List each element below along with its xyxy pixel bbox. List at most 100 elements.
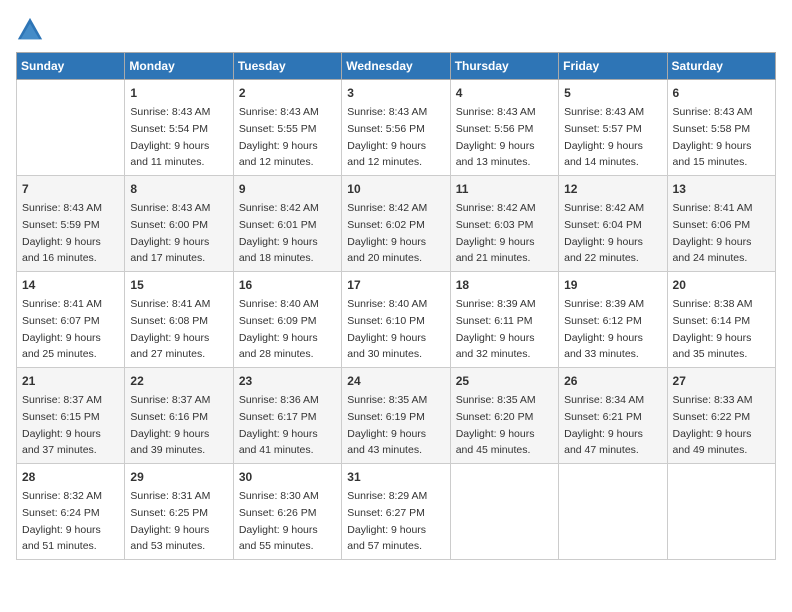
calendar-cell: 11 Sunrise: 8:42 AMSunset: 6:03 PMDayligh… bbox=[450, 176, 558, 272]
day-number: 2 bbox=[239, 84, 336, 102]
cell-info: Sunrise: 8:33 AMSunset: 6:22 PMDaylight:… bbox=[673, 394, 753, 456]
calendar-cell: 27Sunrise: 8:33 AMSunset: 6:22 PMDayligh… bbox=[667, 368, 775, 464]
calendar-cell: 29 Sunrise: 8:31 AMSunset: 6:25 PMDayligh… bbox=[125, 464, 233, 560]
calendar-cell: 8 Sunrise: 8:43 AMSunset: 6:00 PMDaylight… bbox=[125, 176, 233, 272]
cell-info: Sunrise: 8:39 AMSunset: 6:11 PMDaylight:… bbox=[456, 298, 536, 360]
calendar-cell: 2 Sunrise: 8:43 AMSunset: 5:55 PMDaylight… bbox=[233, 80, 341, 176]
day-number: 24 bbox=[347, 372, 444, 390]
calendar-cell: 6 Sunrise: 8:43 AMSunset: 5:58 PMDaylight… bbox=[667, 80, 775, 176]
day-number: 7 bbox=[22, 180, 119, 198]
day-number: 28 bbox=[22, 468, 119, 486]
calendar-cell: 31 Sunrise: 8:29 AMSunset: 6:27 PMDayligh… bbox=[342, 464, 450, 560]
col-header-friday: Friday bbox=[559, 53, 667, 80]
logo-icon bbox=[16, 16, 44, 44]
day-number: 31 bbox=[347, 468, 444, 486]
cell-info: Sunrise: 8:37 AMSunset: 6:15 PMDaylight:… bbox=[22, 394, 102, 456]
calendar-cell: 19 Sunrise: 8:39 AMSunset: 6:12 PMDayligh… bbox=[559, 272, 667, 368]
cell-info: Sunrise: 8:43 AMSunset: 6:00 PMDaylight:… bbox=[130, 202, 210, 264]
cell-info: Sunrise: 8:29 AMSunset: 6:27 PMDaylight:… bbox=[347, 490, 427, 552]
calendar-cell: 24 Sunrise: 8:35 AMSunset: 6:19 PMDayligh… bbox=[342, 368, 450, 464]
day-number: 15 bbox=[130, 276, 227, 294]
week-row-5: 28 Sunrise: 8:32 AMSunset: 6:24 PMDayligh… bbox=[17, 464, 776, 560]
week-row-2: 7Sunrise: 8:43 AMSunset: 5:59 PMDaylight… bbox=[17, 176, 776, 272]
calendar-cell: 9Sunrise: 8:42 AMSunset: 6:01 PMDaylight… bbox=[233, 176, 341, 272]
cell-info: Sunrise: 8:40 AMSunset: 6:10 PMDaylight:… bbox=[347, 298, 427, 360]
day-number: 8 bbox=[130, 180, 227, 198]
cell-info: Sunrise: 8:35 AMSunset: 6:19 PMDaylight:… bbox=[347, 394, 427, 456]
calendar-cell: 22 Sunrise: 8:37 AMSunset: 6:16 PMDayligh… bbox=[125, 368, 233, 464]
day-number: 30 bbox=[239, 468, 336, 486]
day-number: 16 bbox=[239, 276, 336, 294]
col-header-wednesday: Wednesday bbox=[342, 53, 450, 80]
calendar-cell: 18 Sunrise: 8:39 AMSunset: 6:11 PMDayligh… bbox=[450, 272, 558, 368]
calendar-cell: 4 Sunrise: 8:43 AMSunset: 5:56 PMDaylight… bbox=[450, 80, 558, 176]
day-number: 9 bbox=[239, 180, 336, 198]
cell-info: Sunrise: 8:42 AMSunset: 6:03 PMDaylight:… bbox=[456, 202, 536, 264]
col-header-monday: Monday bbox=[125, 53, 233, 80]
calendar-cell: 26Sunrise: 8:34 AMSunset: 6:21 PMDayligh… bbox=[559, 368, 667, 464]
day-number: 6 bbox=[673, 84, 770, 102]
day-number: 10 bbox=[347, 180, 444, 198]
logo bbox=[16, 16, 48, 44]
calendar-cell: 30 Sunrise: 8:30 AMSunset: 6:26 PMDayligh… bbox=[233, 464, 341, 560]
col-header-sunday: Sunday bbox=[17, 53, 125, 80]
col-header-tuesday: Tuesday bbox=[233, 53, 341, 80]
day-number: 17 bbox=[347, 276, 444, 294]
cell-info: Sunrise: 8:42 AMSunset: 6:02 PMDaylight:… bbox=[347, 202, 427, 264]
calendar-cell: 12 Sunrise: 8:42 AMSunset: 6:04 PMDayligh… bbox=[559, 176, 667, 272]
calendar-cell bbox=[667, 464, 775, 560]
day-number: 18 bbox=[456, 276, 553, 294]
cell-info: Sunrise: 8:42 AMSunset: 6:04 PMDaylight:… bbox=[564, 202, 644, 264]
day-number: 14 bbox=[22, 276, 119, 294]
calendar-cell: 13Sunrise: 8:41 AMSunset: 6:06 PMDayligh… bbox=[667, 176, 775, 272]
cell-info: Sunrise: 8:32 AMSunset: 6:24 PMDaylight:… bbox=[22, 490, 102, 552]
week-row-3: 14 Sunrise: 8:41 AMSunset: 6:07 PMDayligh… bbox=[17, 272, 776, 368]
week-row-1: 1 Sunrise: 8:43 AMSunset: 5:54 PMDaylight… bbox=[17, 80, 776, 176]
calendar-cell: 17 Sunrise: 8:40 AMSunset: 6:10 PMDayligh… bbox=[342, 272, 450, 368]
day-number: 13 bbox=[673, 180, 770, 198]
day-number: 21 bbox=[22, 372, 119, 390]
calendar-cell: 25 Sunrise: 8:35 AMSunset: 6:20 PMDayligh… bbox=[450, 368, 558, 464]
calendar-cell: 5Sunrise: 8:43 AMSunset: 5:57 PMDaylight… bbox=[559, 80, 667, 176]
col-header-thursday: Thursday bbox=[450, 53, 558, 80]
calendar-cell: 23Sunrise: 8:36 AMSunset: 6:17 PMDayligh… bbox=[233, 368, 341, 464]
calendar-cell bbox=[450, 464, 558, 560]
calendar-cell: 1 Sunrise: 8:43 AMSunset: 5:54 PMDaylight… bbox=[125, 80, 233, 176]
calendar-table: SundayMondayTuesdayWednesdayThursdayFrid… bbox=[16, 52, 776, 560]
calendar-cell bbox=[559, 464, 667, 560]
day-number: 19 bbox=[564, 276, 661, 294]
cell-info: Sunrise: 8:43 AMSunset: 5:57 PMDaylight:… bbox=[564, 106, 644, 168]
cell-info: Sunrise: 8:39 AMSunset: 6:12 PMDaylight:… bbox=[564, 298, 644, 360]
day-number: 25 bbox=[456, 372, 553, 390]
cell-info: Sunrise: 8:43 AMSunset: 5:54 PMDaylight:… bbox=[130, 106, 210, 168]
day-number: 11 bbox=[456, 180, 553, 198]
cell-info: Sunrise: 8:38 AMSunset: 6:14 PMDaylight:… bbox=[673, 298, 753, 360]
calendar-cell: 10 Sunrise: 8:42 AMSunset: 6:02 PMDayligh… bbox=[342, 176, 450, 272]
cell-info: Sunrise: 8:35 AMSunset: 6:20 PMDaylight:… bbox=[456, 394, 536, 456]
cell-info: Sunrise: 8:43 AMSunset: 5:56 PMDaylight:… bbox=[456, 106, 536, 168]
header-row: SundayMondayTuesdayWednesdayThursdayFrid… bbox=[17, 53, 776, 80]
week-row-4: 21 Sunrise: 8:37 AMSunset: 6:15 PMDayligh… bbox=[17, 368, 776, 464]
cell-info: Sunrise: 8:31 AMSunset: 6:25 PMDaylight:… bbox=[130, 490, 210, 552]
calendar-cell: 7Sunrise: 8:43 AMSunset: 5:59 PMDaylight… bbox=[17, 176, 125, 272]
calendar-cell: 14 Sunrise: 8:41 AMSunset: 6:07 PMDayligh… bbox=[17, 272, 125, 368]
day-number: 3 bbox=[347, 84, 444, 102]
cell-info: Sunrise: 8:43 AMSunset: 5:56 PMDaylight:… bbox=[347, 106, 427, 168]
cell-info: Sunrise: 8:37 AMSunset: 6:16 PMDaylight:… bbox=[130, 394, 210, 456]
day-number: 29 bbox=[130, 468, 227, 486]
day-number: 12 bbox=[564, 180, 661, 198]
cell-info: Sunrise: 8:41 AMSunset: 6:08 PMDaylight:… bbox=[130, 298, 210, 360]
cell-info: Sunrise: 8:41 AMSunset: 6:07 PMDaylight:… bbox=[22, 298, 102, 360]
day-number: 26 bbox=[564, 372, 661, 390]
day-number: 22 bbox=[130, 372, 227, 390]
calendar-cell: 16Sunrise: 8:40 AMSunset: 6:09 PMDayligh… bbox=[233, 272, 341, 368]
day-number: 1 bbox=[130, 84, 227, 102]
page-header bbox=[16, 16, 776, 44]
cell-info: Sunrise: 8:43 AMSunset: 5:58 PMDaylight:… bbox=[673, 106, 753, 168]
cell-info: Sunrise: 8:43 AMSunset: 5:55 PMDaylight:… bbox=[239, 106, 319, 168]
day-number: 4 bbox=[456, 84, 553, 102]
calendar-cell: 28 Sunrise: 8:32 AMSunset: 6:24 PMDayligh… bbox=[17, 464, 125, 560]
day-number: 20 bbox=[673, 276, 770, 294]
day-number: 23 bbox=[239, 372, 336, 390]
cell-info: Sunrise: 8:30 AMSunset: 6:26 PMDaylight:… bbox=[239, 490, 319, 552]
